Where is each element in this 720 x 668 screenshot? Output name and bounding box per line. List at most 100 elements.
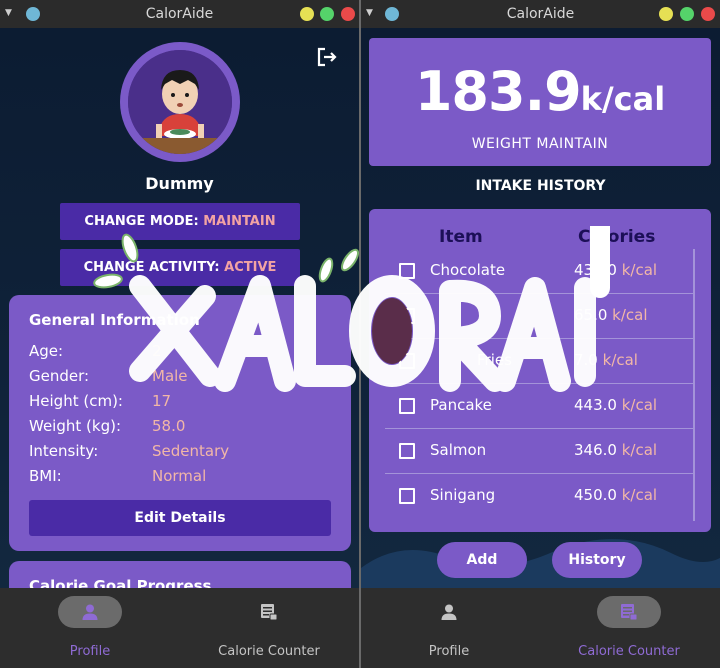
- row-calorie-unit: k/cal: [616, 441, 658, 459]
- row-calories: 65.0 k/cal: [574, 306, 648, 324]
- nav-counter-label: Calorie Counter: [578, 644, 680, 659]
- calorie-total: 183.9k/cal: [369, 62, 711, 129]
- row-calorie-value: 7.0: [574, 351, 598, 369]
- row-calories: 443.0 k/cal: [574, 396, 657, 414]
- row-calorie-value: 346.0: [574, 441, 617, 459]
- table-row: Salmon 346.0 k/cal: [385, 429, 695, 474]
- calorie-goal-card: Calorie Goal Progress: [9, 561, 351, 588]
- list-icon: [261, 604, 278, 621]
- table-row: Fries 7.0 k/cal: [385, 339, 695, 384]
- weight-label: Weight (kg):: [29, 417, 121, 435]
- calorie-total-card: 183.9k/cal WEIGHT MAINTAIN: [369, 38, 711, 166]
- minimize-button[interactable]: [300, 7, 314, 21]
- close-button[interactable]: [341, 7, 355, 21]
- row-calorie-value: 439.0: [574, 261, 617, 279]
- row-checkbox[interactable]: [399, 263, 415, 279]
- change-activity-value: ACTIVE: [224, 260, 277, 275]
- add-button[interactable]: Add: [437, 542, 527, 578]
- bmi-label: BMI:: [29, 467, 62, 485]
- age-label: Age:: [29, 342, 64, 360]
- age-value: 2: [152, 342, 162, 360]
- general-info-title: General Information: [29, 311, 200, 329]
- row-calorie-unit: k/cal: [616, 261, 658, 279]
- row-item: Pancake: [430, 396, 492, 414]
- row-item: Salmon: [430, 441, 487, 459]
- row-item: Chocolate: [430, 261, 506, 279]
- row-calorie-value: 443.0: [574, 396, 617, 414]
- bottom-nav: Profile Calorie Counter: [361, 588, 720, 668]
- row-calorie-value: 450.0: [574, 486, 617, 504]
- row-checkbox[interactable]: [399, 308, 415, 324]
- table-row: 65.0 k/cal: [385, 294, 695, 339]
- row-calories: 346.0 k/cal: [574, 441, 657, 459]
- weight-value: 58.0: [152, 417, 186, 435]
- intake-history-title: INTAKE HISTORY: [475, 178, 606, 194]
- calorie-goal-title: Calorie Goal Progress: [29, 577, 212, 588]
- row-checkbox[interactable]: [399, 488, 415, 504]
- nav-profile-label: Profile: [428, 644, 470, 659]
- row-calories: 450.0 k/cal: [574, 486, 657, 504]
- row-calorie-unit: k/cal: [616, 396, 658, 414]
- nav-profile[interactable]: Profile: [361, 596, 539, 660]
- list-icon: [621, 604, 638, 621]
- background-waves: [361, 539, 720, 588]
- table-row: Sinigang 450.0 k/cal: [385, 474, 695, 519]
- row-calories: 7.0 k/cal: [574, 351, 638, 369]
- row-calories: 439.0 k/cal: [574, 261, 657, 279]
- bmi-value: Normal: [152, 467, 207, 485]
- gender-label: Gender:: [29, 367, 90, 385]
- row-calorie-value: 65.0: [574, 306, 608, 324]
- row-item: Sinigang: [430, 486, 496, 504]
- profile-name: Dummy: [145, 174, 214, 193]
- nav-counter-label: Calorie Counter: [218, 644, 320, 659]
- change-mode-label: CHANGE MODE:: [84, 214, 204, 229]
- title-bar: ▼ CalorAide: [0, 0, 359, 28]
- change-activity-button[interactable]: CHANGE ACTIVITY: ACTIVE: [60, 249, 300, 286]
- row-calorie-unit: k/cal: [616, 486, 658, 504]
- person-icon: [82, 604, 98, 620]
- nav-profile-label: Profile: [69, 644, 111, 659]
- change-activity-label: CHANGE ACTIVITY:: [83, 260, 225, 275]
- person-icon: [441, 604, 457, 620]
- nav-calorie-counter[interactable]: Calorie Counter: [539, 596, 719, 660]
- row-checkbox[interactable]: [399, 353, 415, 369]
- counter-screen: 183.9k/cal WEIGHT MAINTAIN INTAKE HISTOR…: [361, 28, 720, 588]
- table-row: Chocolate 439.0 k/cal: [385, 249, 695, 294]
- avatar[interactable]: [120, 42, 240, 162]
- calorie-total-unit: k/cal: [580, 80, 666, 118]
- intake-table: Item Calories Chocolate 439.0 k/cal 65.0…: [369, 209, 711, 532]
- row-item: Fries: [477, 351, 512, 369]
- edit-details-button[interactable]: Edit Details: [29, 500, 331, 536]
- maximize-button[interactable]: [680, 7, 694, 21]
- height-value: 17: [152, 392, 172, 410]
- height-label: Height (cm):: [29, 392, 123, 410]
- profile-window: ▼ CalorAide Dummy CHANGE MODE: MAINTAIN …: [0, 0, 359, 668]
- title-bar: ▼ CalorAide: [361, 0, 720, 28]
- profile-screen: Dummy CHANGE MODE: MAINTAIN CHANGE ACTIV…: [0, 28, 359, 588]
- change-mode-button[interactable]: CHANGE MODE: MAINTAIN: [60, 203, 300, 240]
- row-calorie-unit: k/cal: [597, 351, 638, 369]
- row-calorie-unit: k/cal: [607, 306, 648, 324]
- close-button[interactable]: [701, 7, 715, 21]
- logout-icon[interactable]: [316, 46, 338, 68]
- maximize-button[interactable]: [320, 7, 334, 21]
- minimize-button[interactable]: [659, 7, 673, 21]
- counter-window: ▼ CalorAide 183.9k/cal WEIGHT MAINTAIN I…: [361, 0, 720, 668]
- col-item-header: Item: [439, 227, 483, 247]
- nav-profile[interactable]: Profile: [0, 596, 180, 660]
- row-checkbox[interactable]: [399, 443, 415, 459]
- mode-subtitle: WEIGHT MAINTAIN: [471, 136, 609, 152]
- nav-calorie-counter[interactable]: Calorie Counter: [179, 596, 359, 660]
- history-button[interactable]: History: [552, 542, 642, 578]
- col-calories-header: Calories: [578, 227, 656, 247]
- table-row: Pancake 443.0 k/cal: [385, 384, 695, 429]
- intensity-value: Sedentary: [152, 442, 230, 460]
- row-checkbox[interactable]: [399, 398, 415, 414]
- calorie-total-value: 183.9: [414, 60, 582, 123]
- avatar-image: [128, 50, 232, 154]
- change-mode-value: MAINTAIN: [203, 214, 276, 229]
- bottom-nav: Profile Calorie Counter: [0, 588, 359, 668]
- gender-value: Male: [152, 367, 188, 385]
- general-info-card: General Information Age: 2 Gender: Male …: [9, 295, 351, 551]
- intensity-label: Intensity:: [29, 442, 99, 460]
